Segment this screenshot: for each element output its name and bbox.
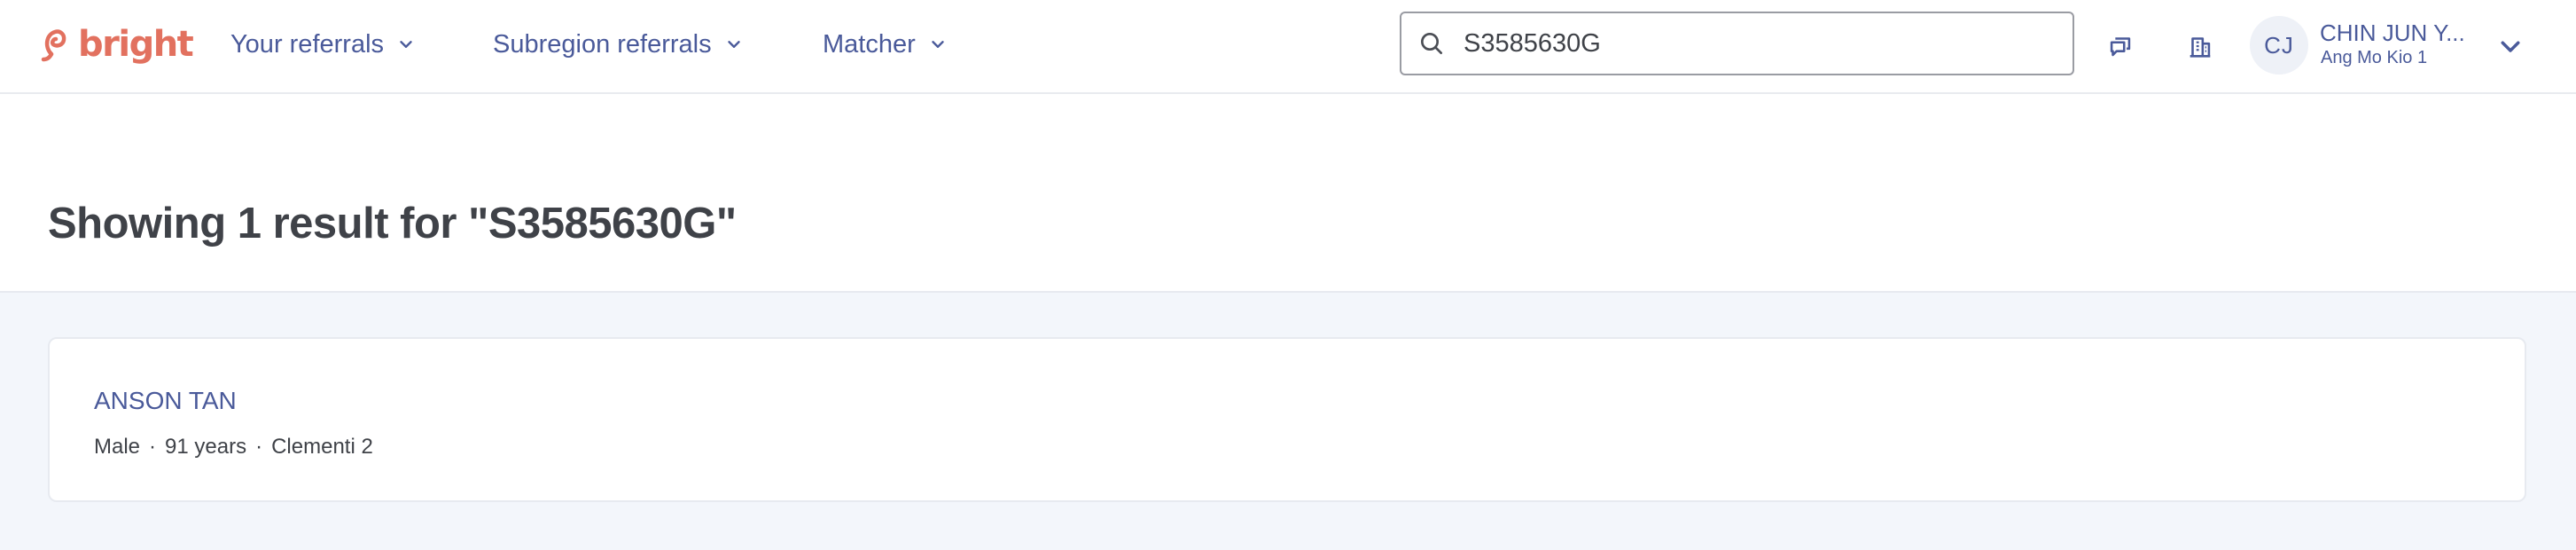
avatar[interactable]: CJ xyxy=(2250,16,2308,75)
chevron-down-icon xyxy=(2501,41,2520,52)
results-list: ANSON TAN Male · 91 years · Clementi 2 xyxy=(0,291,2576,550)
top-navbar: bright Your referrals Subregion referral… xyxy=(0,0,2576,94)
chat-icon xyxy=(2110,37,2131,57)
building-icon xyxy=(2190,37,2211,58)
bright-logo-icon xyxy=(41,29,66,62)
patient-name-link[interactable]: ANSON TAN xyxy=(94,387,237,415)
separator-dot: · xyxy=(255,435,263,459)
chat-button[interactable] xyxy=(2097,23,2143,69)
organization-button[interactable] xyxy=(2177,23,2223,69)
brand-name: bright xyxy=(78,24,194,65)
user-name[interactable]: CHIN JUN Y... xyxy=(2320,20,2465,47)
patient-location: Clementi 2 xyxy=(271,435,373,459)
chevron-down-icon xyxy=(932,41,944,48)
search-input[interactable] xyxy=(1464,21,2031,66)
separator-dot: · xyxy=(149,435,157,459)
user-menu-toggle[interactable] xyxy=(2493,28,2528,64)
nav-subregion-referrals-label: Subregion referrals xyxy=(493,29,712,59)
patient-age: 91 years xyxy=(165,435,247,459)
user-subregion: Ang Mo Kio 1 xyxy=(2321,48,2428,67)
nav-your-referrals[interactable]: Your referrals xyxy=(230,25,416,64)
search-icon xyxy=(1421,33,1442,54)
chevron-down-icon xyxy=(727,41,740,48)
nav-your-referrals-label: Your referrals xyxy=(230,29,385,59)
brand-logo[interactable]: bright xyxy=(39,20,194,69)
nav-matcher[interactable]: Matcher xyxy=(823,25,948,64)
nav-matcher-label: Matcher xyxy=(823,29,916,59)
patient-details: Male · 91 years · Clementi 2 xyxy=(94,435,373,460)
nav-subregion-referrals[interactable]: Subregion referrals xyxy=(493,25,744,64)
chevron-down-icon xyxy=(400,41,412,48)
patient-gender: Male xyxy=(94,435,141,459)
search-box[interactable] xyxy=(1400,12,2074,75)
page-title: Showing 1 result for "S3585630G" xyxy=(48,200,737,248)
result-card: ANSON TAN Male · 91 years · Clementi 2 xyxy=(48,337,2526,502)
